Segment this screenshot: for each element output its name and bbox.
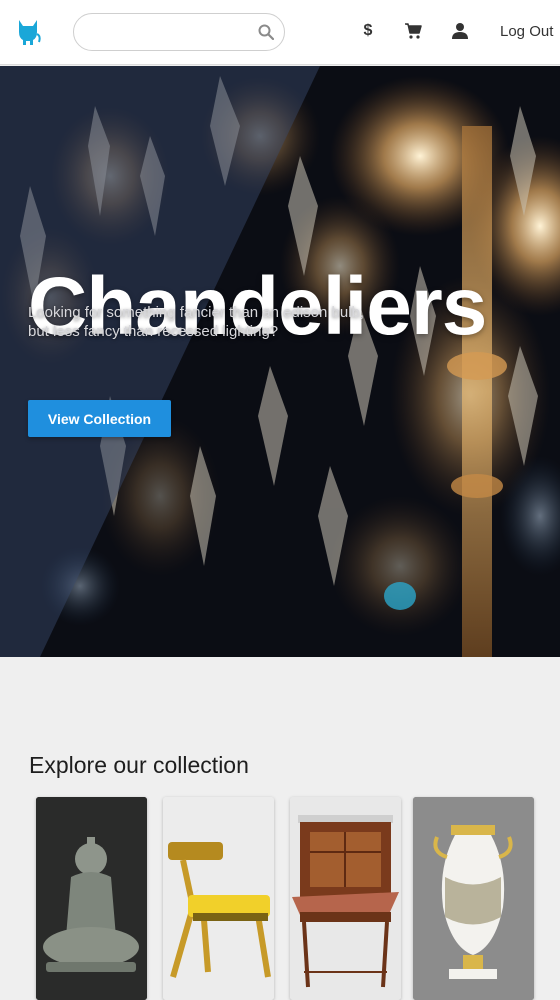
collection-item-buddha[interactable]: [36, 797, 147, 1000]
buddha-statue-image: [36, 797, 147, 1000]
cart-icon[interactable]: [404, 22, 422, 40]
collection-item-chair[interactable]: [163, 797, 274, 1000]
porcelain-vase-image: [413, 797, 534, 1000]
yellow-chair-image: [163, 797, 274, 1000]
hero-banner: Chandeliers Looking for something fancie…: [0, 66, 560, 657]
collection-heading: Explore our collection: [29, 752, 249, 778]
cat-logo-icon[interactable]: [15, 18, 41, 46]
currency-button[interactable]: $: [360, 22, 376, 40]
view-collection-button[interactable]: View Collection: [28, 400, 171, 437]
collection-item-vase[interactable]: [413, 797, 534, 1000]
search-input[interactable]: [88, 22, 248, 42]
collection-item-desk[interactable]: [290, 797, 401, 1000]
logout-link[interactable]: Log Out: [500, 23, 553, 40]
user-icon[interactable]: [451, 22, 469, 40]
hero-subtitle: Looking for something fancier than an ed…: [28, 304, 365, 340]
top-nav: $ Log Out: [0, 0, 560, 65]
secretary-desk-image: [290, 797, 401, 1000]
search-box: [73, 13, 285, 51]
search-icon[interactable]: [258, 24, 274, 40]
chandelier-background-image: [0, 66, 560, 657]
